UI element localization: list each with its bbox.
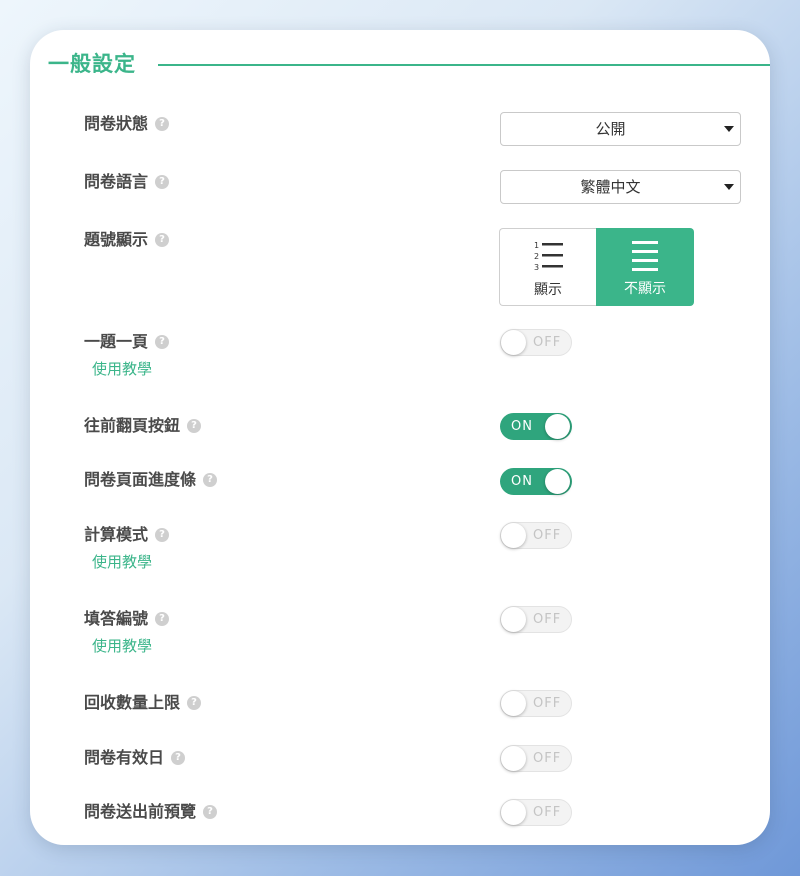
help-icon[interactable]: ?: [155, 233, 170, 247]
setting-label: 問卷語言 ?: [84, 171, 170, 193]
toggle-state-text: ON: [511, 474, 533, 489]
valid-date-toggle[interactable]: OFF: [500, 745, 572, 772]
tutorial-link[interactable]: 使用教學: [92, 552, 152, 572]
setting-label: 問卷狀態 ?: [84, 113, 170, 135]
response-limit-toggle[interactable]: OFF: [500, 690, 572, 717]
setting-label-text: 問卷狀態: [84, 114, 149, 133]
prev-button-toggle[interactable]: ON: [500, 413, 572, 440]
one-per-page-toggle[interactable]: OFF: [500, 329, 572, 356]
answer-number-toggle[interactable]: OFF: [500, 606, 572, 633]
toggle-state-text: OFF: [533, 696, 562, 711]
toggle-state-text: OFF: [533, 528, 562, 543]
setting-label-text: 問卷有效日: [84, 748, 165, 767]
setting-label: 問卷送出前預覽 ?: [84, 801, 218, 823]
preview-toggle[interactable]: OFF: [500, 799, 572, 826]
svg-text:2: 2: [534, 252, 539, 261]
setting-label: 題號顯示 ?: [84, 229, 170, 251]
tutorial-link[interactable]: 使用教學: [92, 636, 152, 656]
help-icon[interactable]: ?: [203, 805, 218, 819]
setting-label: 問卷頁面進度條 ?: [84, 469, 218, 491]
numbering-segmented-control: 1 2 3 顯示 不顯示: [499, 228, 694, 308]
caret-down-icon: [724, 184, 734, 190]
setting-label: 問卷有效日 ?: [84, 747, 186, 769]
help-icon[interactable]: ?: [155, 175, 170, 189]
caret-down-icon: [724, 126, 734, 132]
numbering-option-show[interactable]: 1 2 3 顯示: [499, 228, 596, 306]
setting-label-text: 回收數量上限: [84, 693, 181, 712]
toggle-knob: [501, 607, 526, 632]
numbered-list-icon: 1 2 3: [534, 241, 563, 271]
toggle-state-text: OFF: [533, 751, 562, 766]
section-title: 一般設定: [48, 52, 136, 76]
toggle-state-text: OFF: [533, 335, 562, 350]
tutorial-link[interactable]: 使用教學: [92, 359, 152, 379]
help-icon[interactable]: ?: [187, 696, 202, 710]
setting-label: 一題一頁 ?: [84, 331, 170, 353]
toggle-knob: [501, 523, 526, 548]
language-select-value: 繁體中文: [580, 178, 641, 196]
setting-label-text: 一題一頁: [84, 332, 149, 351]
numbering-option-show-label: 顯示: [534, 282, 562, 298]
svg-text:3: 3: [534, 263, 539, 271]
help-icon[interactable]: ?: [187, 419, 202, 433]
toggle-knob: [501, 330, 526, 355]
help-icon[interactable]: ?: [155, 335, 170, 349]
toggle-knob: [501, 746, 526, 771]
help-icon[interactable]: ?: [155, 612, 170, 626]
setting-label-text: 問卷語言: [84, 172, 149, 191]
toggle-state-text: ON: [511, 419, 533, 434]
help-icon[interactable]: ?: [171, 751, 186, 765]
setting-label: 計算模式 ?: [84, 524, 170, 546]
setting-label: 往前翻頁按鈕 ?: [84, 415, 202, 437]
toggle-knob: [501, 800, 526, 825]
setting-label-text: 往前翻頁按鈕: [84, 416, 181, 435]
numbering-option-hide-label: 不顯示: [624, 281, 666, 297]
status-select[interactable]: 公開: [500, 112, 741, 146]
calc-mode-toggle[interactable]: OFF: [500, 522, 572, 549]
setting-label-text: 題號顯示: [84, 230, 149, 249]
setting-label-text: 問卷送出前預覽: [84, 802, 197, 821]
svg-text:1: 1: [534, 241, 539, 250]
setting-label: 填答編號 ?: [84, 608, 170, 630]
setting-label-text: 填答編號: [84, 609, 149, 628]
setting-label-text: 計算模式: [84, 525, 149, 544]
section-divider: [158, 64, 770, 66]
list-icon: [632, 241, 658, 271]
numbering-option-hide[interactable]: 不顯示: [596, 228, 694, 306]
toggle-knob: [545, 414, 570, 439]
help-icon[interactable]: ?: [203, 473, 218, 487]
setting-label-text: 問卷頁面進度條: [84, 470, 197, 489]
toggle-knob: [545, 469, 570, 494]
toggle-knob: [501, 691, 526, 716]
language-select[interactable]: 繁體中文: [500, 170, 741, 204]
toggle-state-text: OFF: [533, 805, 562, 820]
status-select-value: 公開: [595, 120, 626, 138]
toggle-state-text: OFF: [533, 612, 562, 627]
help-icon[interactable]: ?: [155, 528, 170, 542]
setting-label: 回收數量上限 ?: [84, 692, 202, 714]
progress-bar-toggle[interactable]: ON: [500, 468, 572, 495]
general-settings-card: 一般設定 問卷狀態 ? 公開 問卷語言 ? 繁體中文 題號顯示 ? 1 2 3 …: [30, 30, 770, 845]
help-icon[interactable]: ?: [155, 117, 170, 131]
